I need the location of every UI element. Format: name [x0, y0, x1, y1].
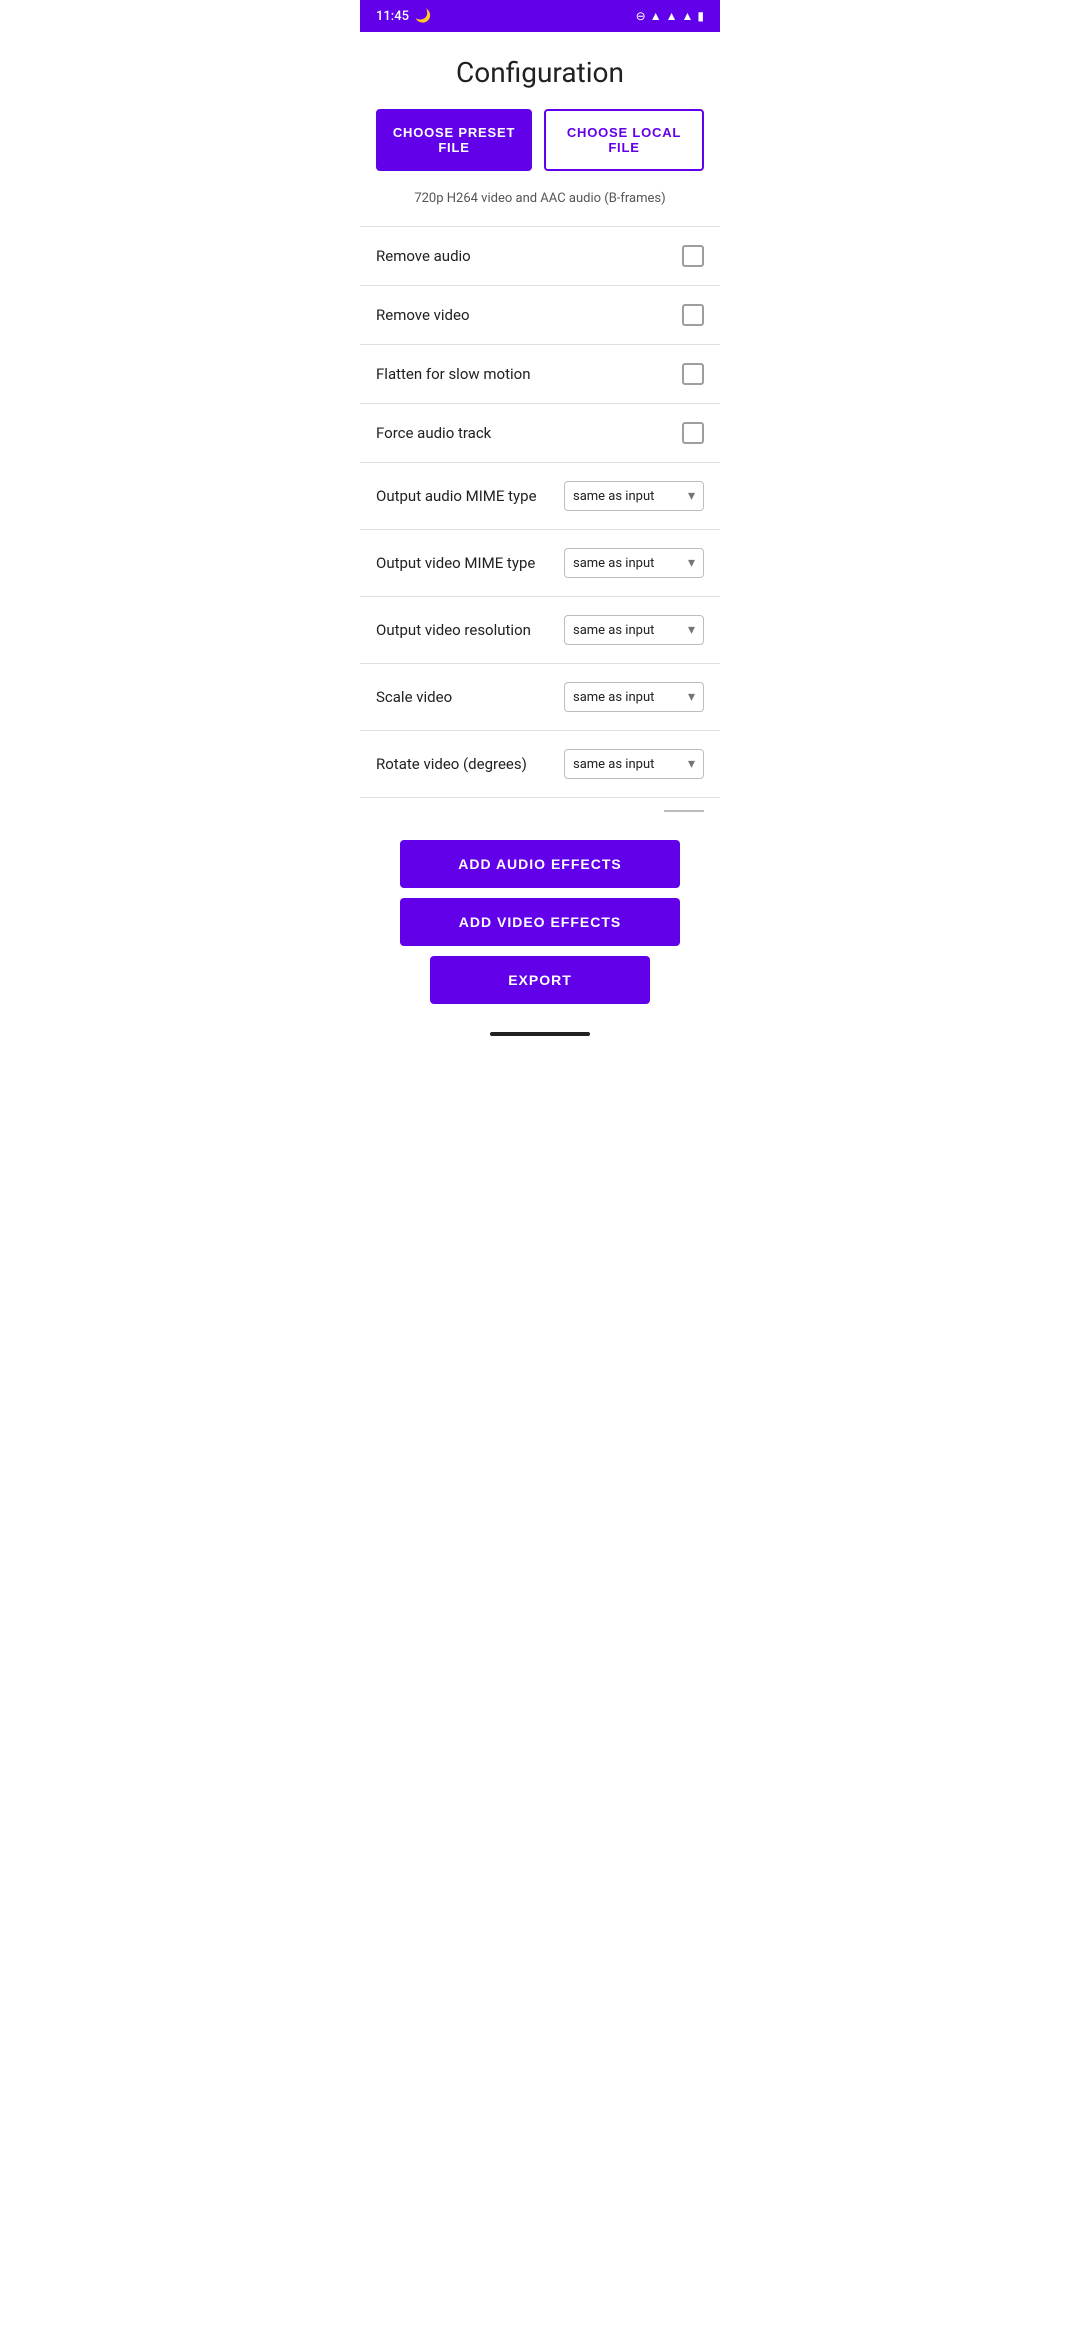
- scale-video-label: Scale video: [376, 688, 564, 706]
- output-video-resolution-row: Output video resolution same as input ▾: [360, 597, 720, 664]
- output-video-mime-value: same as input: [573, 556, 654, 571]
- choose-preset-file-button[interactable]: CHOOSE PRESET FILE: [376, 109, 532, 171]
- add-video-effects-button[interactable]: ADD VIDEO EFFECTS: [400, 898, 680, 946]
- scale-video-row: Scale video same as input ▾: [360, 664, 720, 731]
- export-button[interactable]: EXPORT: [430, 956, 650, 1004]
- flatten-slow-motion-checkbox[interactable]: [682, 363, 704, 385]
- rotate-video-dropdown[interactable]: same as input ▾: [564, 749, 704, 779]
- output-video-mime-dropdown[interactable]: same as input ▾: [564, 548, 704, 578]
- output-audio-mime-dropdown[interactable]: same as input ▾: [564, 481, 704, 511]
- output-video-resolution-dropdown[interactable]: same as input ▾: [564, 615, 704, 645]
- wifi-icon: ▲: [650, 9, 662, 23]
- remove-video-label: Remove video: [376, 306, 682, 324]
- force-audio-track-checkbox[interactable]: [682, 422, 704, 444]
- section-divider: [664, 810, 704, 812]
- do-not-disturb-icon: ⊖: [636, 9, 646, 23]
- force-audio-track-row: Force audio track: [360, 404, 720, 463]
- rotate-video-label: Rotate video (degrees): [376, 755, 564, 773]
- page-title: Configuration: [360, 32, 720, 109]
- output-video-resolution-label: Output video resolution: [376, 621, 564, 639]
- output-video-resolution-arrow-icon: ▾: [688, 622, 695, 638]
- status-icons: ⊖ ▲ ▲ ▲ ▮: [636, 9, 704, 23]
- rotate-video-value: same as input: [573, 757, 654, 772]
- rotate-video-arrow-icon: ▾: [688, 756, 695, 772]
- signal-icon: ▲: [666, 9, 678, 23]
- remove-video-checkbox[interactable]: [682, 304, 704, 326]
- output-video-mime-label: Output video MIME type: [376, 554, 564, 572]
- output-audio-mime-label: Output audio MIME type: [376, 487, 564, 505]
- output-video-resolution-value: same as input: [573, 623, 654, 638]
- remove-audio-checkbox[interactable]: [682, 245, 704, 267]
- flatten-slow-motion-label: Flatten for slow motion: [376, 365, 682, 383]
- output-audio-mime-arrow-icon: ▾: [688, 488, 695, 504]
- status-time-section: 11:45 🌙: [376, 9, 431, 24]
- status-time: 11:45: [376, 9, 409, 24]
- remove-audio-row: Remove audio: [360, 227, 720, 286]
- dropdown-options-section: Output audio MIME type same as input ▾ O…: [360, 463, 720, 798]
- remove-audio-label: Remove audio: [376, 247, 682, 265]
- scale-video-value: same as input: [573, 690, 654, 705]
- output-video-mime-arrow-icon: ▾: [688, 555, 695, 571]
- checkbox-options-section: Remove audio Remove video Flatten for sl…: [360, 227, 720, 463]
- status-bar: 11:45 🌙 ⊖ ▲ ▲ ▲ ▮: [360, 0, 720, 32]
- flatten-slow-motion-row: Flatten for slow motion: [360, 345, 720, 404]
- force-audio-track-label: Force audio track: [376, 424, 682, 442]
- action-buttons-section: ADD AUDIO EFFECTS ADD VIDEO EFFECTS EXPO…: [360, 824, 720, 1024]
- rotate-video-row: Rotate video (degrees) same as input ▾: [360, 731, 720, 798]
- file-buttons-row: CHOOSE PRESET FILE CHOOSE LOCAL FILE: [360, 109, 720, 187]
- output-video-mime-row: Output video MIME type same as input ▾: [360, 530, 720, 597]
- output-audio-mime-value: same as input: [573, 489, 654, 504]
- output-audio-mime-row: Output audio MIME type same as input ▾: [360, 463, 720, 530]
- moon-icon: 🌙: [415, 9, 431, 24]
- battery-icon: ▮: [697, 9, 704, 23]
- add-audio-effects-button[interactable]: ADD AUDIO EFFECTS: [400, 840, 680, 888]
- scale-video-arrow-icon: ▾: [688, 689, 695, 705]
- preset-description: 720p H264 video and AAC audio (B-frames): [360, 187, 720, 226]
- remove-video-row: Remove video: [360, 286, 720, 345]
- scale-video-dropdown[interactable]: same as input ▾: [564, 682, 704, 712]
- choose-local-file-button[interactable]: CHOOSE LOCAL FILE: [544, 109, 704, 171]
- extra-signal-icon: ▲: [682, 9, 694, 23]
- bottom-nav-indicator: [490, 1032, 590, 1036]
